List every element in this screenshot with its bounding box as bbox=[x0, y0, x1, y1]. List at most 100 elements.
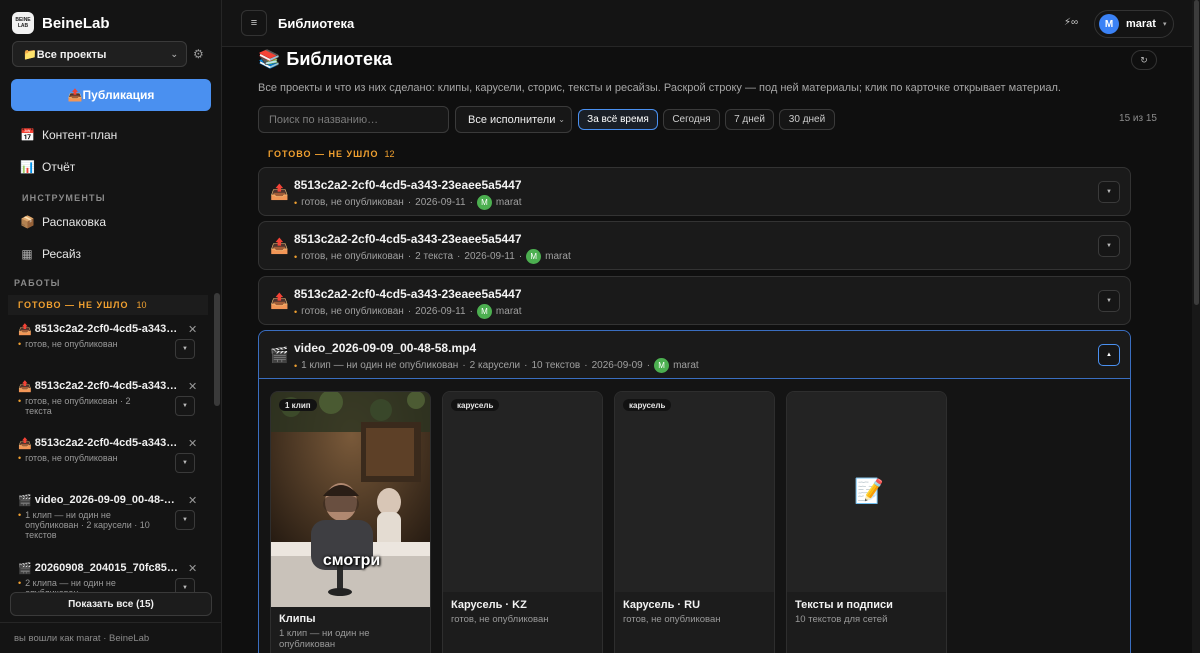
credits-indicator: ⚡∞ bbox=[1064, 17, 1079, 28]
close-icon[interactable]: ✕ bbox=[188, 437, 197, 450]
filter-chip-today[interactable]: Сегодня bbox=[663, 109, 720, 130]
material-card-clips[interactable]: смотри 1 клип Клипы 1 клип — ни один не … bbox=[270, 391, 431, 653]
job-meta: • готов, не опубликован bbox=[18, 339, 158, 349]
sidebar-item-report[interactable]: 📊 Отчёт bbox=[20, 160, 75, 174]
filter-chip-30-days[interactable]: 30 дней bbox=[779, 109, 835, 130]
expand-button[interactable]: ▼ bbox=[1098, 181, 1120, 203]
brand-logo: BEINE LAB bbox=[12, 12, 34, 34]
sidebar-job[interactable]: 📤 8513c2a2-2cf0-4cd5-a343… • готов, не опу… bbox=[18, 323, 198, 359]
job-title-text: video_2026-09-09_00-48-… bbox=[34, 494, 175, 506]
expand-button[interactable]: ▼ bbox=[175, 578, 195, 592]
job-meta-text: готов, не опубликован · 2 текста bbox=[25, 396, 131, 416]
refresh-button[interactable]: ↻ bbox=[1131, 50, 1157, 70]
clip-caption: смотри bbox=[322, 552, 381, 569]
expand-button[interactable]: ▼ bbox=[175, 510, 195, 530]
project-row-expanded[interactable]: 🎬 video_2026-09-09_00-48-58.mp4 • 1 клип… bbox=[258, 330, 1131, 653]
brand-name: BeineLab bbox=[42, 14, 110, 32]
meta-status: готов, не опубликован bbox=[301, 197, 404, 208]
job-meta-text: 1 клип — ни один не опубликован · 2 кару… bbox=[25, 510, 150, 540]
topbar: ≡ Библиотека ⚡∞ M marat ▾ bbox=[222, 0, 1192, 47]
job-meta: • готов, не опубликован bbox=[18, 453, 158, 463]
project-row[interactable]: 📤 8513c2a2-2cf0-4cd5-a343-23eaee5a5447 •… bbox=[258, 221, 1131, 270]
avatar: M bbox=[1099, 14, 1119, 34]
expand-button[interactable]: ▼ bbox=[1098, 290, 1120, 312]
project-title: 8513c2a2-2cf0-4cd5-a343-23eaee5a5447 bbox=[294, 287, 522, 301]
hamburger-icon: ≡ bbox=[250, 17, 258, 29]
material-card-texts[interactable]: 📝 Тексты и подписи 10 текстов для сетей bbox=[786, 391, 947, 653]
status-dot-icon: • bbox=[294, 251, 298, 262]
search-input[interactable] bbox=[258, 106, 449, 133]
job-meta-text: готов, не опубликован bbox=[25, 453, 118, 463]
sidebar-job[interactable]: 🎬 video_2026-09-09_00-48-… • 1 клип — ни о… bbox=[18, 494, 198, 540]
project-meta: • готов, не опубликован · 2026-09-11 · M m… bbox=[294, 304, 522, 319]
clapper-icon: 🎬 bbox=[270, 347, 289, 364]
job-title: 📤 8513c2a2-2cf0-4cd5-a343… bbox=[18, 380, 183, 393]
expand-button[interactable]: ▼ bbox=[175, 396, 195, 416]
close-icon[interactable]: ✕ bbox=[188, 323, 197, 336]
close-icon[interactable]: ✕ bbox=[188, 562, 197, 575]
group-label: ГОТОВО — НЕ УШЛО bbox=[268, 149, 379, 159]
meta-texts: 10 текстов bbox=[531, 360, 581, 371]
sidebar-item-content-plan[interactable]: 📅 Контент-план bbox=[20, 128, 117, 142]
project-select-value: 📁Все проекты bbox=[23, 48, 107, 61]
expand-button[interactable]: ▼ bbox=[1098, 235, 1120, 257]
calendar-icon: 📅 bbox=[20, 128, 35, 142]
results-count: 15 из 15 bbox=[1119, 113, 1157, 124]
page-scrollbar-thumb[interactable] bbox=[1194, 0, 1199, 305]
close-icon[interactable]: ✕ bbox=[188, 380, 197, 393]
expand-button[interactable]: ▼ bbox=[175, 339, 195, 359]
expand-button[interactable]: ▼ bbox=[175, 453, 195, 473]
status-dot-icon: • bbox=[18, 396, 22, 406]
performer-select-value: Все исполнители bbox=[468, 113, 556, 126]
menu-button[interactable]: ≡ bbox=[241, 10, 267, 36]
project-row-header[interactable]: 🎬 video_2026-09-09_00-48-58.mp4 • 1 клип… bbox=[259, 331, 1130, 379]
outbox-icon: 📤 bbox=[270, 184, 289, 201]
project-title: 8513c2a2-2cf0-4cd5-a343-23eaee5a5447 bbox=[294, 232, 522, 246]
performer-select[interactable]: Все исполнители ⌄ bbox=[455, 106, 572, 133]
project-row[interactable]: 📤 8513c2a2-2cf0-4cd5-a343-23eaee5a5447 •… bbox=[258, 167, 1131, 216]
clapper-icon: 🎬 bbox=[18, 563, 32, 575]
status-dot-icon: • bbox=[294, 306, 298, 317]
status-dot-icon: • bbox=[18, 453, 22, 463]
project-select[interactable]: 📁Все проекты ⌄ bbox=[12, 41, 187, 67]
meta-user: marat bbox=[495, 306, 522, 317]
sidebar-item-unpack[interactable]: 📦 Распаковка bbox=[20, 215, 106, 229]
filter-chip-7-days[interactable]: 7 дней bbox=[725, 109, 774, 130]
package-icon: 📦 bbox=[20, 215, 35, 229]
tile-subtitle: готов, не опубликован bbox=[623, 614, 721, 625]
sidebar-item-label: Контент-план bbox=[42, 128, 118, 142]
meta-date: 2026-09-11 bbox=[464, 251, 515, 262]
tile-subtitle: 1 клип — ни один не опубликован bbox=[279, 628, 370, 650]
job-title: 📤 8513c2a2-2cf0-4cd5-a343… bbox=[18, 437, 183, 450]
sidebar-group-header: ГОТОВО — НЕ УШЛО 10 bbox=[8, 295, 208, 315]
publish-button[interactable]: 📤Публикация bbox=[11, 79, 211, 111]
sidebar-job[interactable]: 🎬 20260908_204015_70fc85… • 2 клипа — ни о… bbox=[18, 562, 198, 592]
sidebar-job[interactable]: 📤 8513c2a2-2cf0-4cd5-a343… • готов, не опу… bbox=[18, 437, 198, 473]
sidebar-item-resize[interactable]: ▦ Ресайз bbox=[20, 247, 81, 261]
project-row[interactable]: 📤 8513c2a2-2cf0-4cd5-a343-23eaee5a5447 •… bbox=[258, 276, 1131, 325]
tile-title: Клипы bbox=[279, 613, 316, 625]
material-card-carousel-kz[interactable]: карусель Карусель · KZ готов, не опублик… bbox=[442, 391, 603, 653]
close-icon[interactable]: ✕ bbox=[188, 494, 197, 507]
chevron-down-icon: ⌄ bbox=[558, 115, 565, 124]
meta-clips: 1 клип — ни один не опубликован bbox=[301, 360, 459, 371]
topbar-title: Библиотека bbox=[278, 16, 355, 31]
material-card-carousel-ru[interactable]: карусель Карусель · RU готов, не опублик… bbox=[614, 391, 775, 653]
filter-chip-all-time[interactable]: За всё время bbox=[578, 109, 658, 130]
grid-icon: ▦ bbox=[21, 247, 33, 261]
user-menu[interactable]: M marat ▾ bbox=[1094, 10, 1174, 38]
caret-down-icon: ▾ bbox=[1162, 21, 1167, 28]
meta-status: готов, не опубликован bbox=[301, 306, 404, 317]
show-all-button[interactable]: Показать все (15) bbox=[10, 592, 212, 616]
sidebar-job[interactable]: 📤 8513c2a2-2cf0-4cd5-a343… • готов, не опу… bbox=[18, 380, 198, 416]
gear-icon[interactable]: ⚙ bbox=[193, 47, 204, 61]
status-dot-icon: • bbox=[294, 197, 298, 208]
job-meta: • 1 клип — ни один не опубликован · 2 кар… bbox=[18, 510, 158, 540]
meta-date: 2026-09-11 bbox=[415, 306, 466, 317]
collapse-button[interactable]: ▲ bbox=[1098, 344, 1120, 366]
sidebar: BEINE LAB BeineLab 📁Все проекты ⌄ ⚙ 📤Пуб… bbox=[0, 0, 222, 653]
sidebar-scrollbar[interactable] bbox=[214, 293, 220, 406]
outbox-icon: 📤 bbox=[270, 293, 289, 310]
brand[interactable]: BEINE LAB BeineLab bbox=[12, 12, 110, 34]
refresh-icon: ↻ bbox=[1140, 54, 1148, 65]
